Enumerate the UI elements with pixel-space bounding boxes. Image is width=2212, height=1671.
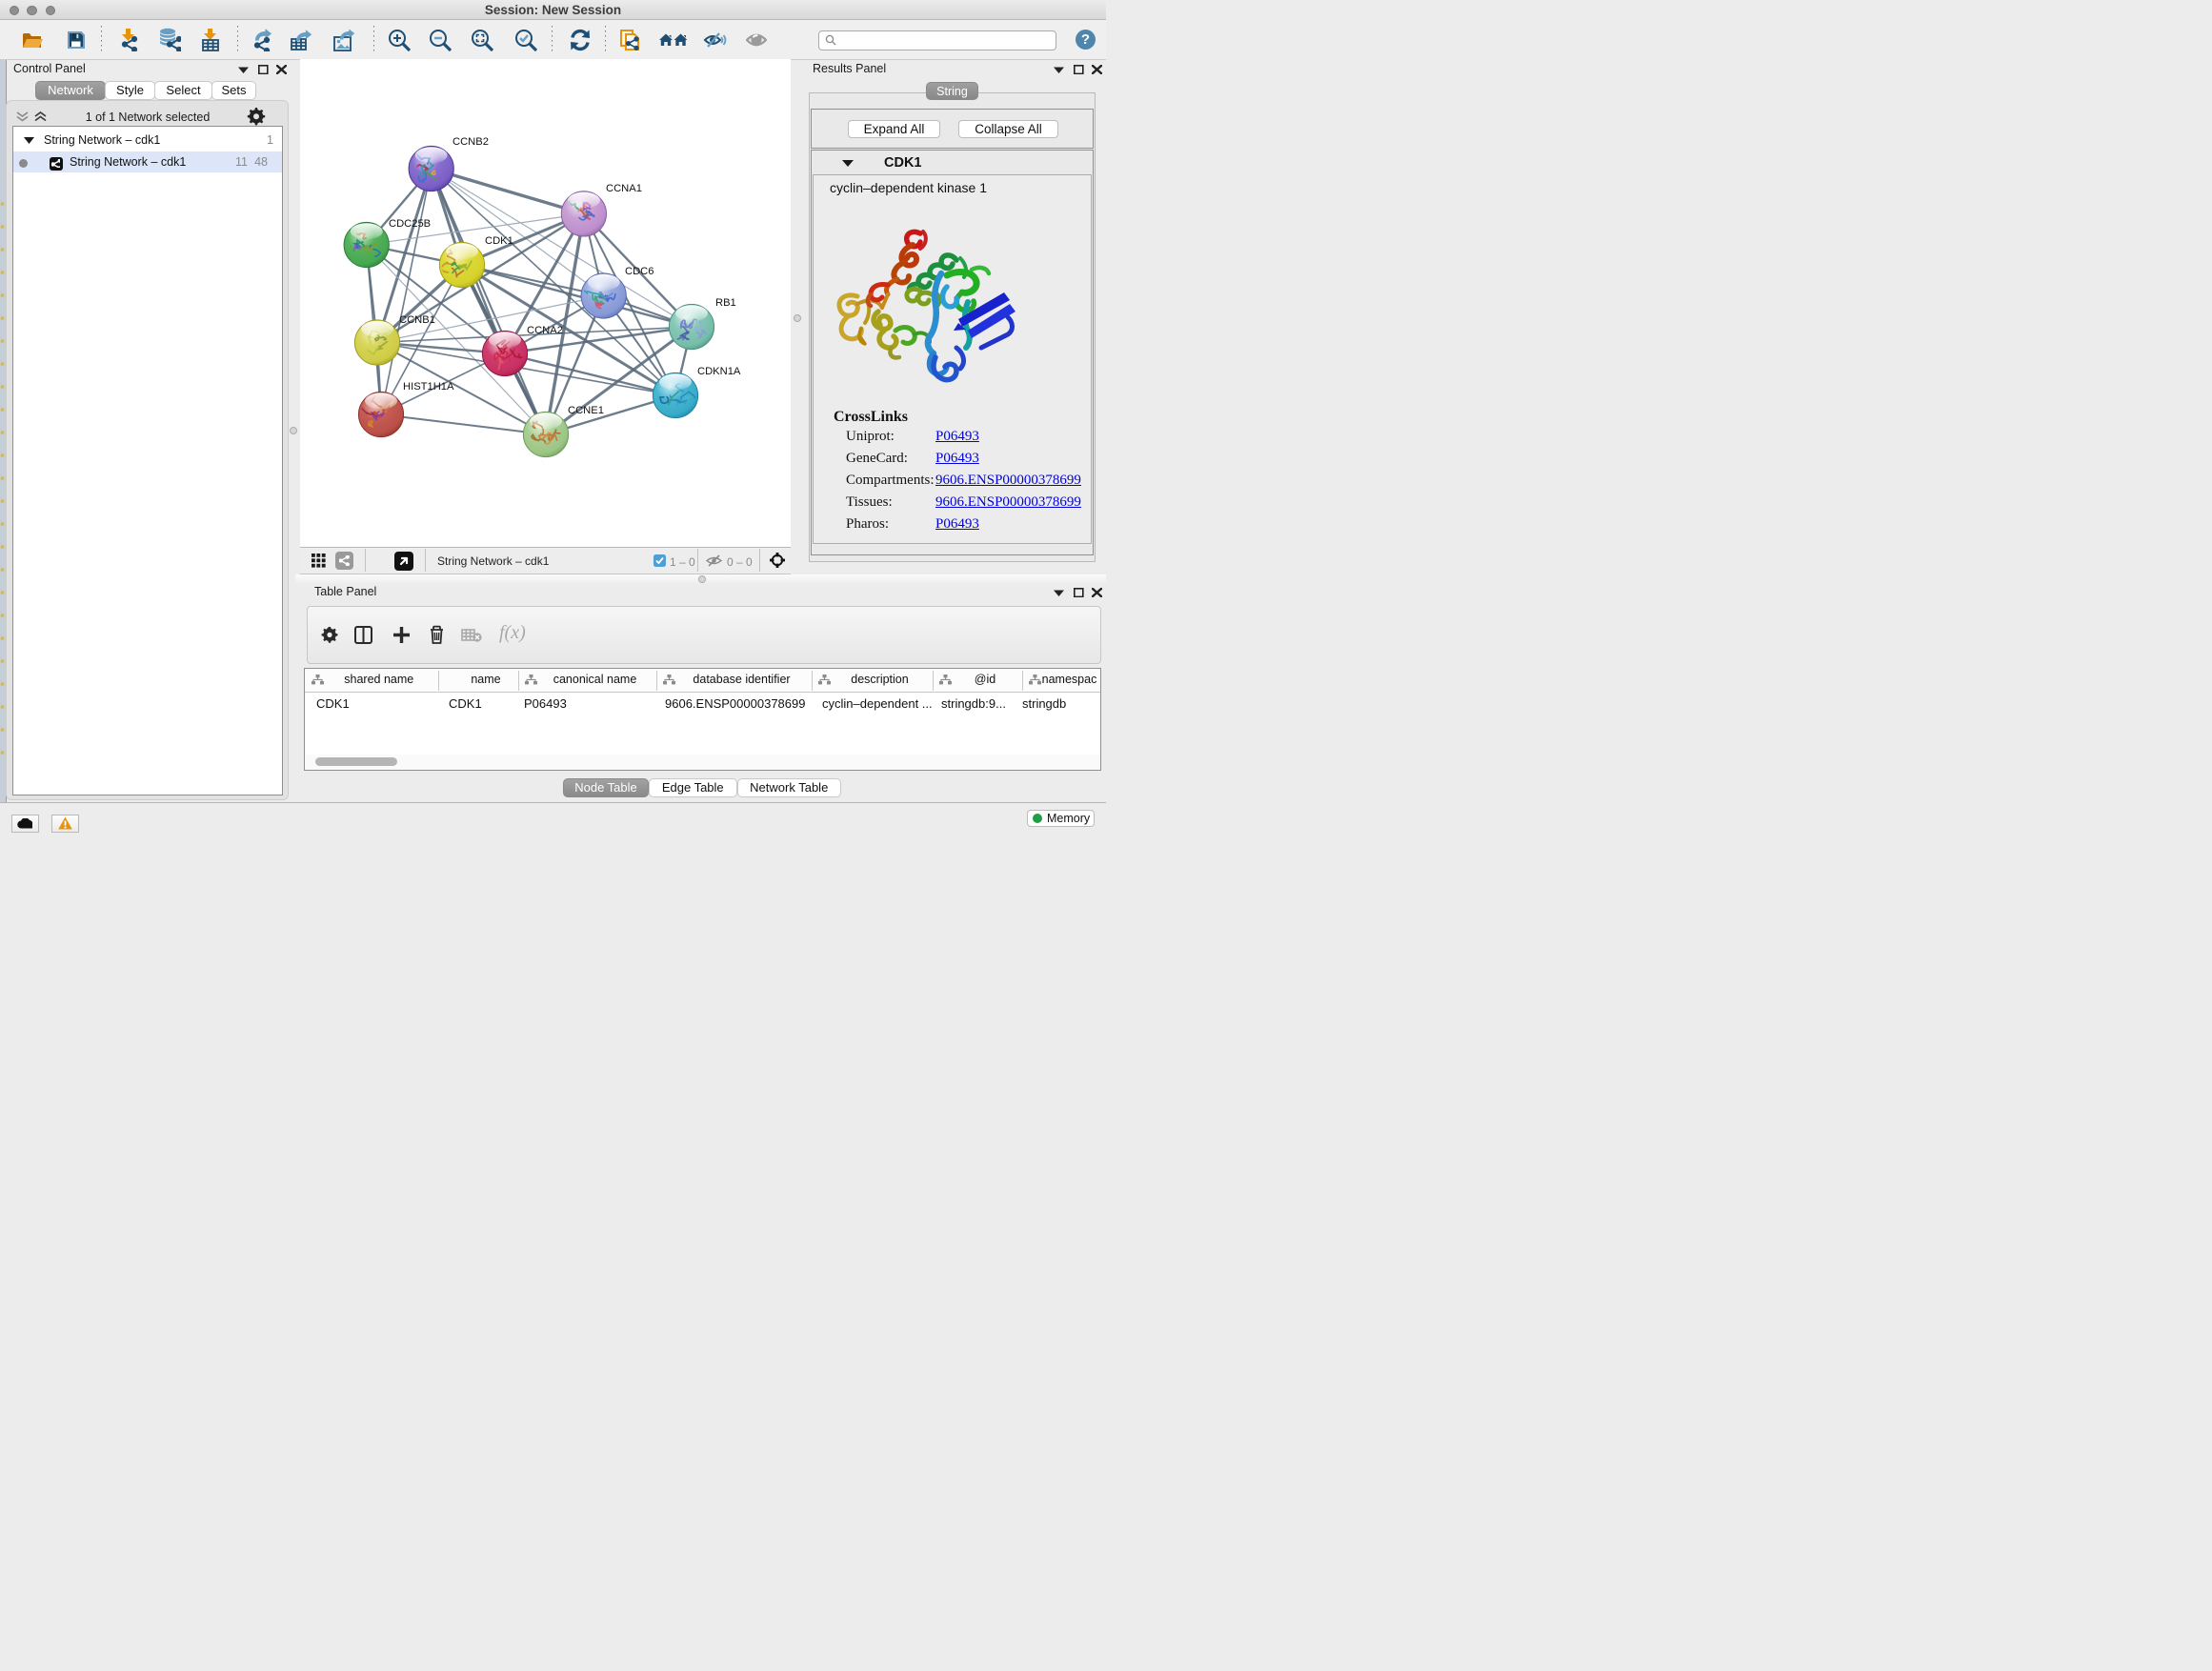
svg-text:CCNA1: CCNA1 <box>606 183 642 194</box>
svg-text:HIST1H1A: HIST1H1A <box>403 381 454 393</box>
svg-text:CDC25B: CDC25B <box>389 218 431 230</box>
svg-text:CDKN1A: CDKN1A <box>697 366 741 377</box>
svg-text:RB1: RB1 <box>715 297 736 309</box>
svg-text:CCNE1: CCNE1 <box>568 405 604 416</box>
svg-text:CDC6: CDC6 <box>625 266 654 277</box>
svg-text:CCNB1: CCNB1 <box>399 314 435 326</box>
svg-text:CCNA2: CCNA2 <box>527 325 563 336</box>
svg-text:CDK1: CDK1 <box>485 235 513 247</box>
svg-text:CCNB2: CCNB2 <box>452 136 489 148</box>
